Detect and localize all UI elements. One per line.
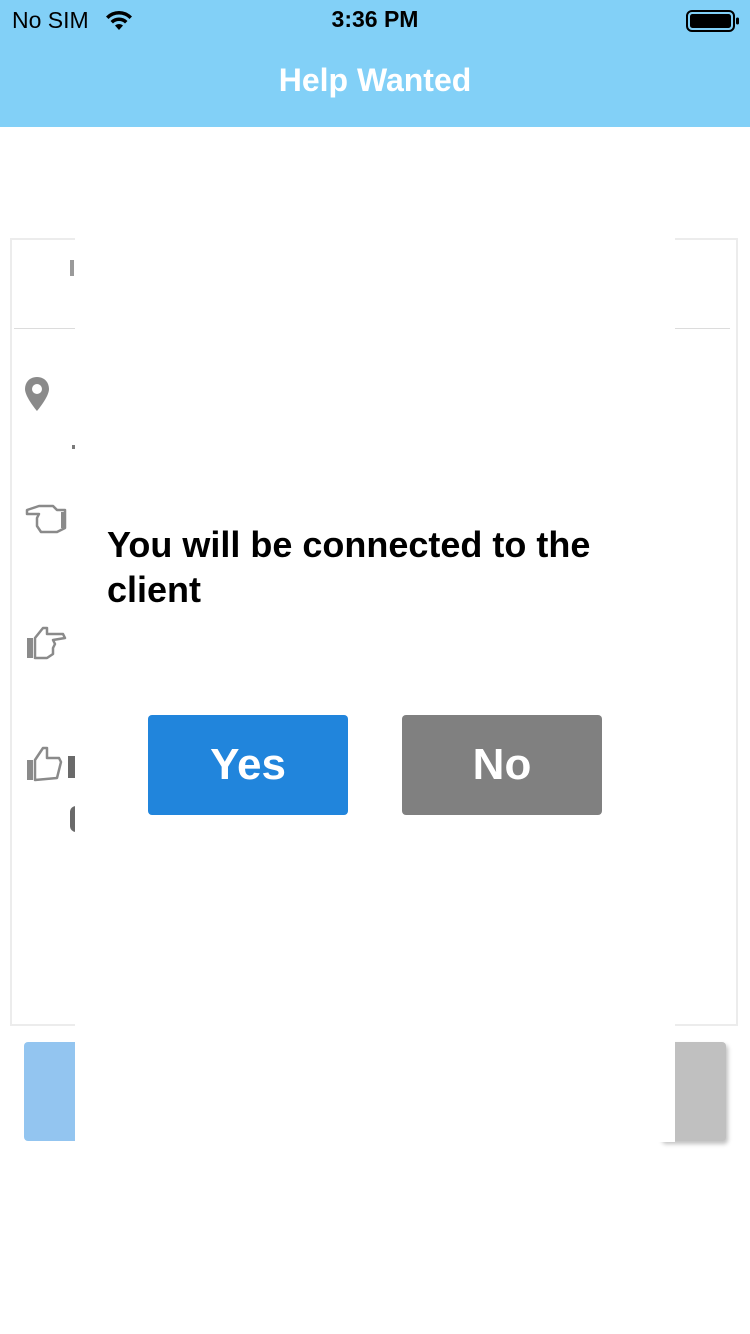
yes-button[interactable]: Yes — [148, 715, 348, 815]
status-time: 3:36 PM — [331, 6, 419, 32]
hand-pointing-right-icon — [27, 626, 67, 660]
screen: No SIM 3:36 PM Help Wanted You will be c… — [0, 0, 750, 1334]
battery-full-icon — [686, 10, 739, 32]
status-bar: No SIM 3:36 PM — [0, 0, 750, 40]
dialog-message: You will be connected to the client — [107, 524, 591, 610]
confirm-dialog: You will be connected to the client Yes … — [75, 238, 675, 1142]
thumbs-up-icon — [27, 746, 63, 782]
header: No SIM 3:36 PM Help Wanted — [0, 0, 750, 127]
location-pin-icon — [25, 377, 49, 411]
hand-pointing-left-icon — [25, 504, 67, 534]
text-fragment — [70, 260, 74, 276]
page-title: Help Wanted — [278, 62, 472, 98]
no-button[interactable]: No — [402, 715, 602, 815]
